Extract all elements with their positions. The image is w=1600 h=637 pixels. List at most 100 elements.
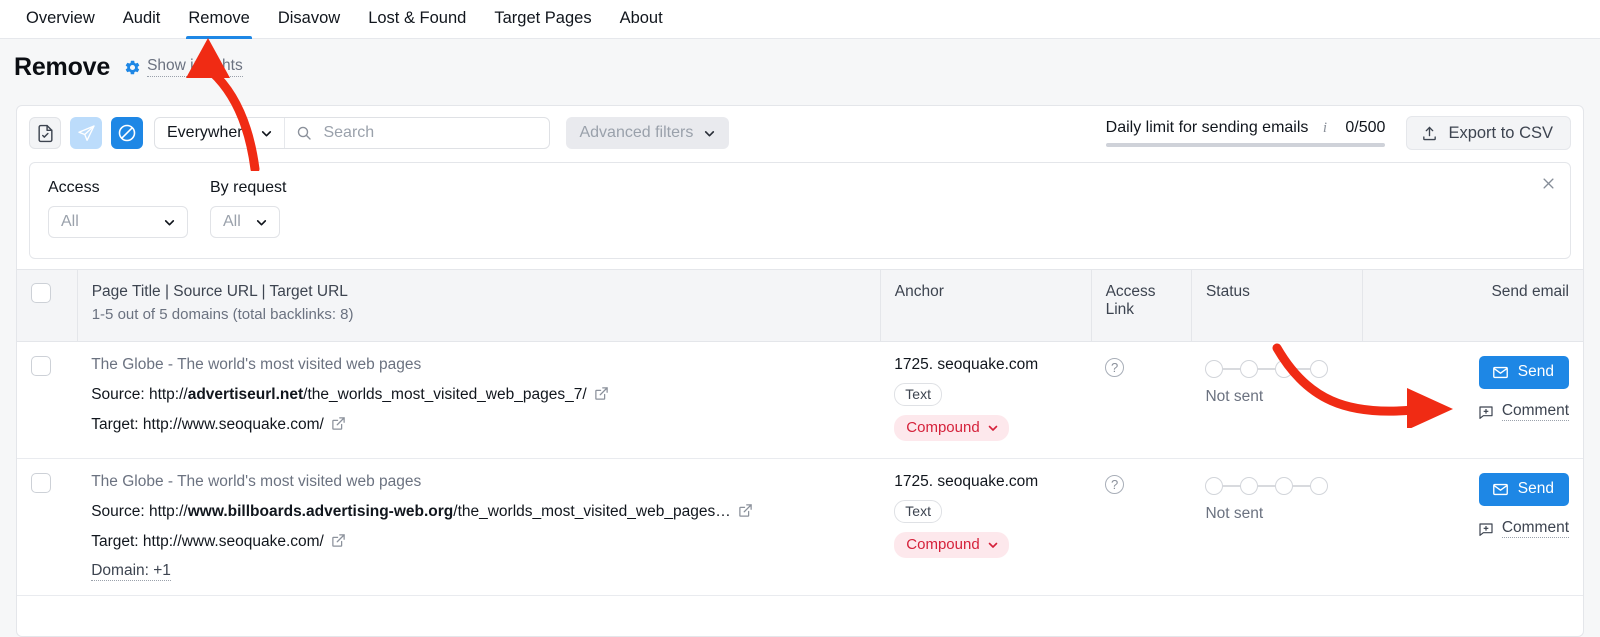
row-tag-compound-label: Compound	[906, 536, 979, 553]
header-status: Status	[1191, 270, 1362, 342]
row-select-cell	[17, 459, 77, 596]
chevron-down-icon	[163, 216, 176, 229]
by-request-select[interactable]: All	[210, 206, 280, 238]
paper-plane-icon	[77, 124, 96, 143]
tab-about[interactable]: About	[606, 0, 677, 39]
send-button[interactable]: Send	[1479, 356, 1569, 389]
status-step-1[interactable]	[1205, 477, 1223, 495]
row-target-prefix: Target:	[91, 416, 143, 433]
external-link-icon[interactable]	[331, 533, 346, 553]
tab-target-pages[interactable]: Target Pages	[480, 0, 605, 39]
header-status-label: Status	[1206, 283, 1348, 301]
status-segment	[1293, 485, 1310, 487]
search-icon	[296, 125, 312, 141]
header-send-email: Send email	[1362, 270, 1583, 342]
row-source-path: /the_worlds_most_visited_web_pages…	[453, 503, 730, 520]
main-content: Everywhere Advanced filters	[0, 95, 1600, 637]
scope-and-search: Everywhere	[154, 117, 550, 149]
export-to-csv-button[interactable]: Export to CSV	[1406, 116, 1571, 150]
row-tag-text: Text	[894, 383, 942, 406]
row-tag-compound[interactable]: Compound	[894, 415, 1008, 441]
by-request-select-value: All	[223, 213, 241, 231]
header-domains-count: 1-5 out of 5 domains (total backlinks: 8…	[92, 306, 866, 323]
row-source-url: Source: http://advertiseurl.net/the_worl…	[91, 384, 866, 404]
row-anchor-cell: 1725. seoquake.com Text Compound	[880, 342, 1091, 459]
tab-lost-and-found[interactable]: Lost & Found	[354, 0, 480, 39]
daily-limit-progressbar	[1106, 143, 1386, 147]
row-target-value: http://www.seoquake.com/	[143, 533, 324, 550]
status-segment	[1258, 368, 1275, 370]
app-root: Overview Audit Remove Disavow Lost & Fou…	[0, 0, 1600, 637]
row-source-prefix: Source: http://	[91, 503, 188, 520]
status-step-4[interactable]	[1310, 360, 1328, 378]
header-access-link: Access Link	[1091, 270, 1191, 342]
block-button[interactable]	[111, 117, 143, 149]
access-select-value: All	[61, 213, 79, 231]
comment-plus-icon	[1478, 404, 1494, 420]
row-domain-more[interactable]: Domain: +1	[91, 562, 171, 581]
table-header-row: Page Title | Source URL | Target URL 1-5…	[17, 270, 1583, 342]
comment-button-label: Comment	[1502, 402, 1569, 421]
tab-remove[interactable]: Remove	[174, 0, 263, 39]
send-emails-button[interactable]	[70, 117, 102, 149]
page-title: Remove	[14, 53, 110, 82]
header-anchor-label: Anchor	[895, 283, 1077, 301]
scope-select-value: Everywhere	[167, 124, 251, 142]
search-input[interactable]	[321, 123, 537, 143]
page-header: Remove Show insights	[0, 39, 1600, 95]
row-page-title: The Globe - The world's most visited web…	[91, 356, 866, 374]
filter-panel: Access All By request All	[29, 162, 1571, 259]
tab-disavow[interactable]: Disavow	[264, 0, 354, 39]
select-all-checkbox[interactable]	[31, 283, 51, 303]
help-icon[interactable]: ?	[1105, 358, 1124, 377]
comment-button[interactable]: Comment	[1478, 402, 1569, 421]
row-urls-cell: The Globe - The world's most visited web…	[77, 342, 880, 459]
chevron-down-icon	[987, 422, 999, 434]
status-step-4[interactable]	[1310, 477, 1328, 495]
comment-button[interactable]: Comment	[1478, 519, 1569, 538]
status-step-3[interactable]	[1275, 360, 1293, 378]
table-row: The Globe - The world's most visited web…	[17, 459, 1583, 596]
table-row: The Globe - The world's most visited web…	[17, 342, 1583, 459]
help-icon[interactable]: ?	[1105, 475, 1124, 494]
row-urls-cell: The Globe - The world's most visited web…	[77, 459, 880, 596]
external-link-icon[interactable]	[594, 386, 609, 406]
close-filter-panel-button[interactable]	[1538, 173, 1558, 193]
status-step-2[interactable]	[1240, 477, 1258, 495]
send-button-label: Send	[1518, 363, 1554, 381]
row-tag-compound[interactable]: Compound	[894, 532, 1008, 558]
show-insights-button[interactable]: Show insights	[124, 57, 243, 77]
info-icon[interactable]: i	[1317, 121, 1332, 136]
chevron-down-icon	[703, 127, 716, 140]
row-source-domain: www.billboards.advertising-web.org	[188, 503, 454, 520]
external-link-icon[interactable]	[738, 503, 753, 523]
export-to-csv-label: Export to CSV	[1448, 124, 1553, 143]
status-step-2[interactable]	[1240, 360, 1258, 378]
status-stepper	[1205, 477, 1348, 495]
upload-icon	[1421, 125, 1438, 142]
document-check-button[interactable]	[29, 117, 61, 149]
status-step-1[interactable]	[1205, 360, 1223, 378]
external-link-icon[interactable]	[331, 416, 346, 436]
row-source-domain: advertiseurl.net	[188, 386, 303, 403]
row-checkbox[interactable]	[31, 356, 51, 376]
row-send-cell: Send Comment	[1362, 342, 1583, 459]
row-checkbox[interactable]	[31, 473, 51, 493]
row-status-cell: Not sent	[1191, 459, 1362, 596]
table-header: Page Title | Source URL | Target URL 1-5…	[17, 270, 1583, 342]
tab-audit[interactable]: Audit	[109, 0, 175, 39]
header-anchor: Anchor	[880, 270, 1091, 342]
comment-plus-icon	[1478, 521, 1494, 537]
status-segment	[1258, 485, 1275, 487]
send-button[interactable]: Send	[1479, 473, 1569, 506]
status-step-3[interactable]	[1275, 477, 1293, 495]
search-field[interactable]	[285, 118, 549, 148]
daily-limit-label: Daily limit for sending emails	[1106, 119, 1309, 137]
status-label: Not sent	[1205, 388, 1348, 406]
advanced-filters-button[interactable]: Advanced filters	[566, 117, 729, 149]
access-select[interactable]: All	[48, 206, 188, 238]
tab-overview[interactable]: Overview	[12, 0, 109, 39]
scope-select[interactable]: Everywhere	[155, 118, 285, 148]
envelope-icon	[1492, 364, 1509, 381]
row-page-title: The Globe - The world's most visited web…	[91, 473, 866, 491]
